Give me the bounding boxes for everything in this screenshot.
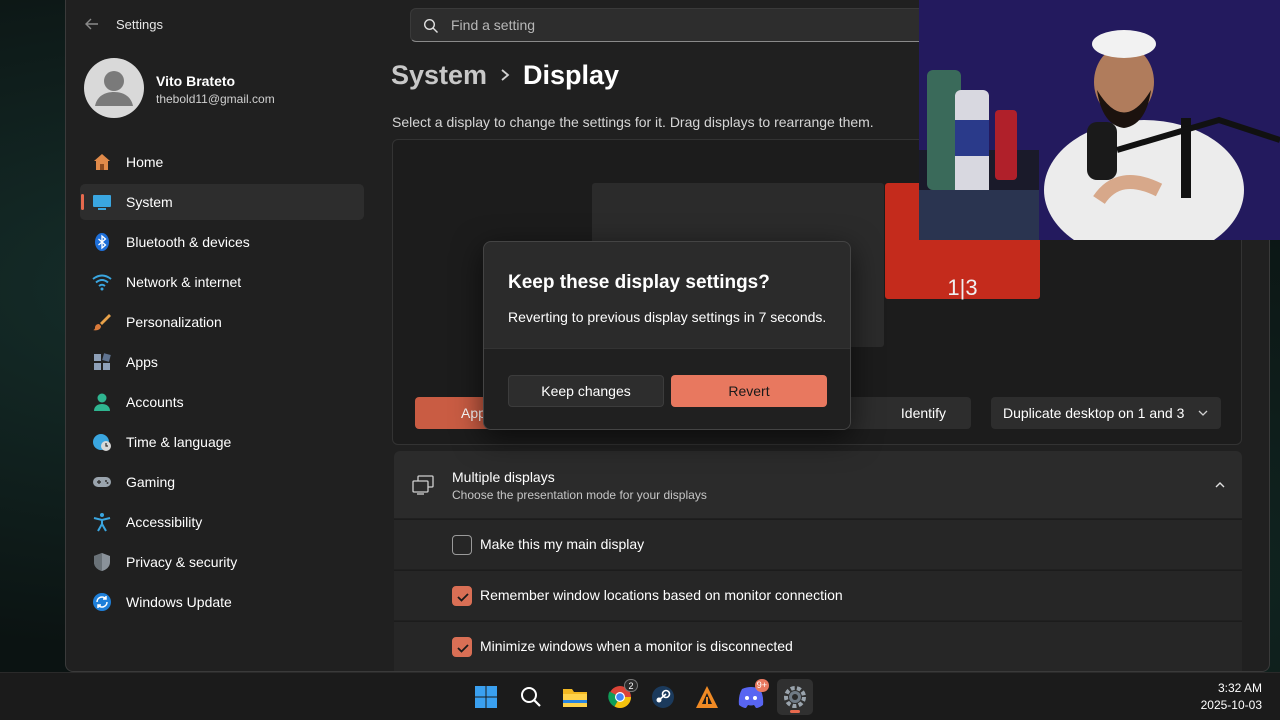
dialog-title: Keep these display settings? xyxy=(508,272,770,293)
discord-button[interactable]: 9+ xyxy=(733,679,769,715)
sidebar-item-label: Windows Update xyxy=(126,594,232,610)
apps-icon xyxy=(92,352,112,372)
start-button[interactable] xyxy=(468,679,504,715)
dialog-message: Reverting to previous display settings i… xyxy=(508,309,827,325)
keep-changes-button[interactable]: Keep changes xyxy=(508,375,664,407)
sidebar-item-home[interactable]: Home xyxy=(80,144,364,180)
sidebar-item-system[interactable]: System xyxy=(80,184,364,220)
sidebar-item-label: Bluetooth & devices xyxy=(126,234,250,250)
chrome-badge: 2 xyxy=(624,679,638,692)
file-explorer-icon xyxy=(563,689,587,707)
update-icon xyxy=(92,592,112,612)
sidebar-item-label: Apps xyxy=(126,354,158,370)
dialog-footer: Keep changes Revert xyxy=(484,348,850,429)
sidebar-item-gaming[interactable]: Gaming xyxy=(80,464,364,500)
user-email: thebold11@gmail.com xyxy=(156,92,275,106)
main-display-checkbox[interactable] xyxy=(452,535,472,555)
steam-icon xyxy=(652,686,674,708)
sidebar-item-label: Time & language xyxy=(126,434,232,450)
keep-settings-dialog: Keep these display settings? Reverting t… xyxy=(483,241,851,430)
settings-taskbar-button[interactable] xyxy=(777,679,813,715)
option-label: Make this my main display xyxy=(480,536,645,552)
steam-button[interactable] xyxy=(645,679,681,715)
chrome-button[interactable]: 2 xyxy=(602,679,638,715)
globe-clock-icon xyxy=(92,432,112,452)
sidebar-item-apps[interactable]: Apps xyxy=(80,344,364,380)
minimize-windows-checkbox[interactable] xyxy=(452,637,472,657)
remember-locations-checkbox[interactable] xyxy=(452,586,472,606)
clock-date[interactable]: 2025-10-03 xyxy=(1201,698,1262,712)
file-explorer-button[interactable] xyxy=(557,679,593,715)
multiple-displays-icon xyxy=(412,475,434,495)
option-row-minimize-windows: Minimize windows when a monitor is disco… xyxy=(394,621,1242,671)
system-icon xyxy=(92,192,112,212)
sidebar-item-accounts[interactable]: Accounts xyxy=(80,384,364,420)
search-box[interactable] xyxy=(410,8,930,42)
avatar[interactable] xyxy=(84,58,144,118)
home-icon xyxy=(92,152,112,172)
taskbar: 2 9+ xyxy=(0,672,1280,720)
multiple-displays-title: Multiple displays xyxy=(452,469,555,485)
multiple-displays-header[interactable]: Multiple displays Choose the presentatio… xyxy=(394,451,1242,518)
option-row-main-display: Make this my main display xyxy=(394,519,1242,569)
shield-icon xyxy=(92,552,112,572)
sidebar-item-label: Accessibility xyxy=(126,514,203,530)
clock-time[interactable]: 3:32 AM xyxy=(1218,681,1262,695)
foobar-button[interactable] xyxy=(689,679,725,715)
taskbar-search-button[interactable] xyxy=(513,679,549,715)
back-arrow-icon[interactable] xyxy=(84,16,100,32)
monitor-number-label: 1|3 xyxy=(947,275,978,300)
option-label: Minimize windows when a monitor is disco… xyxy=(480,638,793,654)
option-label: Remember window locations based on monit… xyxy=(480,587,843,603)
wifi-icon xyxy=(92,272,112,292)
discord-badge: 9+ xyxy=(754,679,769,692)
sidebar-item-network[interactable]: Network & internet xyxy=(80,264,364,300)
user-name: Vito Brateto xyxy=(156,73,236,89)
identify-button[interactable]: Identify xyxy=(846,397,971,429)
sidebar-item-personalization[interactable]: Personalization xyxy=(80,304,364,340)
sidebar-item-label: Accounts xyxy=(126,394,184,410)
sidebar-item-label: Privacy & security xyxy=(126,554,238,570)
page-title: Display xyxy=(523,60,620,90)
sidebar-item-bluetooth[interactable]: Bluetooth & devices xyxy=(80,224,364,260)
foobar-icon xyxy=(696,686,718,708)
sidebar-item-accessibility[interactable]: Accessibility xyxy=(80,504,364,540)
search-icon xyxy=(521,687,541,707)
search-input[interactable] xyxy=(451,13,911,37)
windows-logo-icon xyxy=(475,686,497,708)
gamepad-icon xyxy=(92,472,112,492)
display-hint-text: Select a display to change the settings … xyxy=(392,114,874,130)
option-row-remember-locations: Remember window locations based on monit… xyxy=(394,570,1242,620)
chevron-right-icon xyxy=(501,69,510,81)
checkmark-icon xyxy=(457,593,469,602)
sidebar-item-privacy-security[interactable]: Privacy & security xyxy=(80,544,364,580)
search-icon xyxy=(423,18,438,33)
revert-button[interactable]: Revert xyxy=(671,375,827,407)
settings-gear-icon xyxy=(784,686,806,708)
app-title: Settings xyxy=(116,17,163,32)
webcam-overlay xyxy=(919,0,1280,240)
sidebar-item-label: Home xyxy=(126,154,164,170)
sidebar-item-windows-update[interactable]: Windows Update xyxy=(80,584,364,620)
brush-icon xyxy=(92,312,112,332)
sidebar-item-label: Gaming xyxy=(126,474,176,490)
sidebar-item-label: Personalization xyxy=(126,314,222,330)
sidebar-nav: Home System Bluetooth & devices Network … xyxy=(80,144,364,624)
checkmark-icon xyxy=(457,644,469,653)
display-mode-dropdown[interactable]: Duplicate desktop on 1 and 3 xyxy=(991,397,1221,429)
chevron-up-icon[interactable] xyxy=(1214,479,1226,491)
display-mode-value: Duplicate desktop on 1 and 3 xyxy=(1003,405,1185,421)
chevron-down-icon xyxy=(1198,410,1208,416)
accessibility-icon xyxy=(92,512,112,532)
webcam-feed-image xyxy=(919,0,1280,240)
sidebar-item-time-language[interactable]: Time & language xyxy=(80,424,364,460)
sidebar-item-label: System xyxy=(126,194,173,210)
bluetooth-icon xyxy=(92,232,112,252)
sidebar-item-label: Network & internet xyxy=(126,274,242,290)
default-user-icon xyxy=(95,71,133,106)
person-icon xyxy=(92,392,112,412)
multiple-displays-subtitle: Choose the presentation mode for your di… xyxy=(452,488,707,502)
breadcrumb-root[interactable]: System xyxy=(391,60,487,91)
